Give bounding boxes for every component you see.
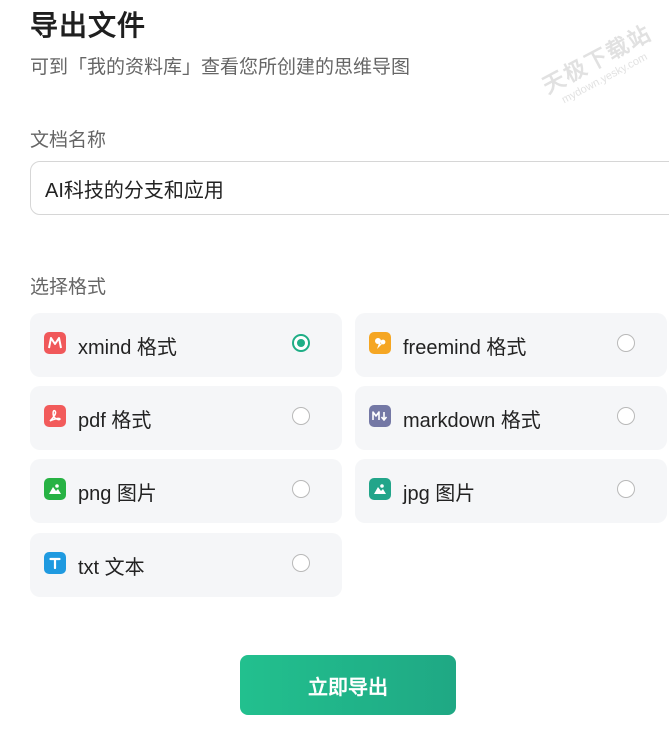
pdf-icon xyxy=(44,405,66,427)
format-radio[interactable] xyxy=(292,480,310,498)
watermark-subtext: mydown.yesky.com xyxy=(559,50,650,107)
watermark: 天极下载站 mydown.yesky.com xyxy=(536,16,663,111)
txt-icon xyxy=(44,552,66,574)
png-image-icon xyxy=(44,478,66,500)
markdown-icon xyxy=(369,405,391,427)
page-subtitle: 可到「我的资料库」查看您所创建的思维导图 xyxy=(30,57,411,78)
export-now-button[interactable]: 立即导出 xyxy=(240,655,456,715)
document-name-input[interactable] xyxy=(30,161,669,215)
format-option-label: xmind 格式 xyxy=(78,337,177,359)
format-radio-selected[interactable] xyxy=(292,334,310,352)
format-option-markdown[interactable]: markdown 格式 xyxy=(355,386,667,450)
format-option-png[interactable]: png 图片 xyxy=(30,459,342,523)
format-option-label: markdown 格式 xyxy=(403,410,541,432)
jpg-image-icon xyxy=(369,478,391,500)
format-option-jpg[interactable]: jpg 图片 xyxy=(355,459,667,523)
format-option-txt[interactable]: txt 文本 xyxy=(30,533,342,597)
xmind-icon xyxy=(44,332,66,354)
format-section-label: 选择格式 xyxy=(30,277,107,298)
format-option-label: jpg 图片 xyxy=(403,483,476,505)
format-radio[interactable] xyxy=(292,554,310,572)
freemind-icon xyxy=(369,332,391,354)
watermark-text: 天极下载站 xyxy=(538,20,657,99)
format-option-xmind[interactable]: xmind 格式 xyxy=(30,313,342,377)
format-radio[interactable] xyxy=(617,334,635,352)
format-radio[interactable] xyxy=(617,407,635,425)
format-option-label: txt 文本 xyxy=(78,557,145,579)
format-option-label: freemind 格式 xyxy=(403,337,527,359)
format-option-label: png 图片 xyxy=(78,483,157,505)
format-radio[interactable] xyxy=(292,407,310,425)
format-radio[interactable] xyxy=(617,480,635,498)
format-option-pdf[interactable]: pdf 格式 xyxy=(30,386,342,450)
document-name-label: 文档名称 xyxy=(30,130,107,151)
format-option-freemind[interactable]: freemind 格式 xyxy=(355,313,667,377)
format-option-label: pdf 格式 xyxy=(78,410,152,432)
page-title: 导出文件 xyxy=(30,10,147,41)
